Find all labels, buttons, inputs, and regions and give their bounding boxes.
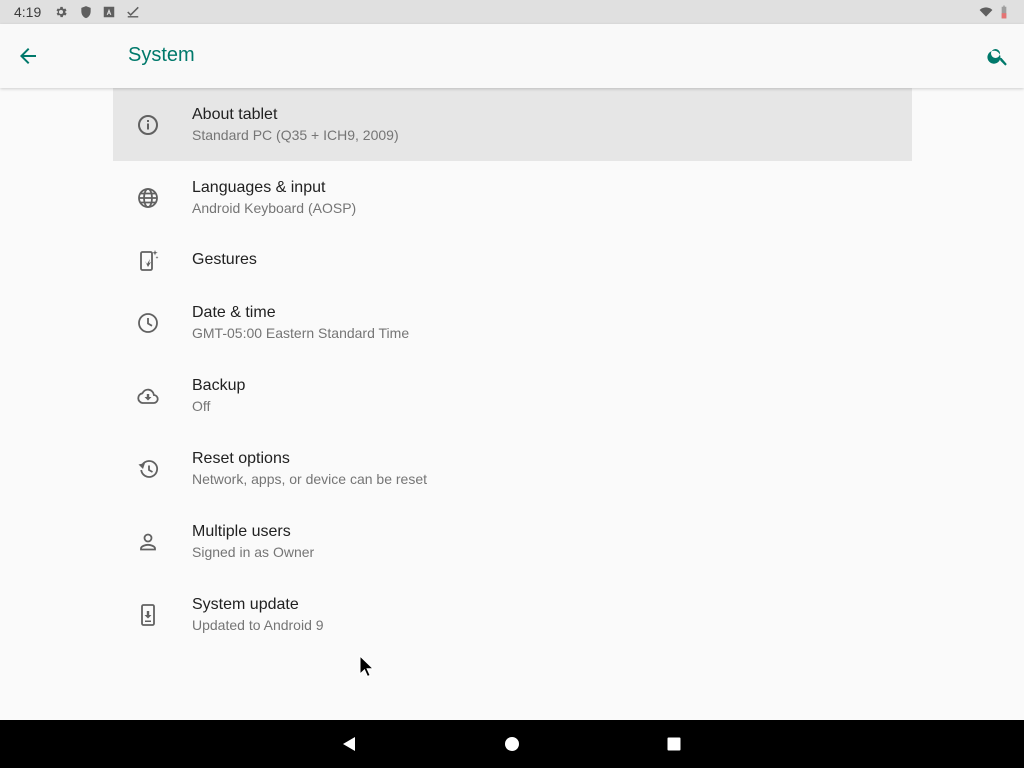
item-text: Gestures (192, 250, 257, 270)
list-item-reset-options[interactable]: Reset options Network, apps, or device c… (113, 432, 912, 505)
item-title: Date & time (192, 303, 276, 321)
list-item-gestures[interactable]: Gestures (113, 234, 912, 286)
status-bar: 4:19 (0, 0, 1024, 24)
item-title: About tablet (192, 105, 278, 123)
screen: 4:19 System About tablet Standard PC (Q3… (0, 0, 1024, 768)
list-item-date-time[interactable]: Date & time GMT-05:00 Eastern Standard T… (113, 286, 912, 359)
back-button[interactable] (12, 40, 44, 72)
item-title: Languages & input (192, 178, 326, 196)
list-item-system-update[interactable]: System update Updated to Android 9 (113, 578, 912, 651)
item-summary: Off (192, 397, 211, 414)
history-icon (138, 459, 159, 478)
home-circle-icon (505, 737, 519, 751)
person-icon (140, 533, 156, 550)
cloud-upload-icon (137, 388, 159, 404)
list-item-about-tablet[interactable]: About tablet Standard PC (Q35 + ICH9, 20… (113, 88, 912, 161)
list-item-multiple-users[interactable]: Multiple users Signed in as Owner (113, 505, 912, 578)
mouse-cursor-icon (359, 655, 375, 678)
info-icon (138, 114, 158, 135)
search-icon (987, 49, 1007, 66)
clock-icon (138, 312, 158, 333)
item-text: Languages & input Android Keyboard (AOSP… (192, 178, 356, 218)
arrow-back-icon (20, 48, 36, 64)
check-icon (127, 6, 139, 18)
item-summary: Android Keyboard (AOSP) (192, 199, 357, 216)
wifi-icon (979, 7, 993, 17)
nav-recents-button[interactable] (662, 732, 686, 756)
list-item-languages-input[interactable]: Languages & input Android Keyboard (AOSP… (113, 161, 912, 234)
shield-icon (81, 6, 91, 19)
system-update-icon (141, 603, 155, 626)
item-text: Date & time GMT-05:00 Eastern Standard T… (192, 303, 409, 343)
recents-square-icon (667, 737, 681, 751)
gear-icon (56, 6, 67, 18)
navigation-bar (0, 720, 1024, 768)
nav-back-button[interactable] (337, 732, 361, 756)
item-text: System update Updated to Android 9 (192, 595, 324, 635)
item-text: Multiple users Signed in as Owner (192, 522, 314, 562)
item-title: Backup (192, 376, 246, 394)
item-text: Backup Off (192, 376, 245, 416)
item-summary: Standard PC (Q35 + ICH9, 2009) (192, 126, 399, 143)
item-title: Gestures (192, 251, 257, 268)
item-summary: Signed in as Owner (192, 543, 315, 560)
page-title: System (128, 44, 195, 66)
globe-icon (138, 187, 158, 208)
status-time: 4:19 (14, 4, 42, 20)
item-summary: Network, apps, or device can be reset (192, 470, 428, 487)
item-text: About tablet Standard PC (Q35 + ICH9, 20… (192, 105, 399, 145)
app-bar: System (0, 24, 1024, 88)
item-summary: GMT-05:00 Eastern Standard Time (192, 324, 410, 341)
nav-home-button[interactable] (500, 732, 524, 756)
settings-list: About tablet Standard PC (Q35 + ICH9, 20… (113, 88, 912, 651)
battery-icon (1001, 5, 1007, 19)
a-box-icon (103, 6, 115, 18)
item-text: Reset options Network, apps, or device c… (192, 449, 427, 489)
gesture-phone-icon (140, 250, 159, 271)
item-title: Multiple users (192, 522, 291, 540)
item-summary: Updated to Android 9 (192, 616, 324, 633)
item-title: System update (192, 595, 299, 613)
back-triangle-icon (343, 737, 355, 751)
list-item-backup[interactable]: Backup Off (113, 359, 912, 432)
item-title: Reset options (192, 449, 290, 467)
search-button[interactable] (982, 40, 1014, 72)
